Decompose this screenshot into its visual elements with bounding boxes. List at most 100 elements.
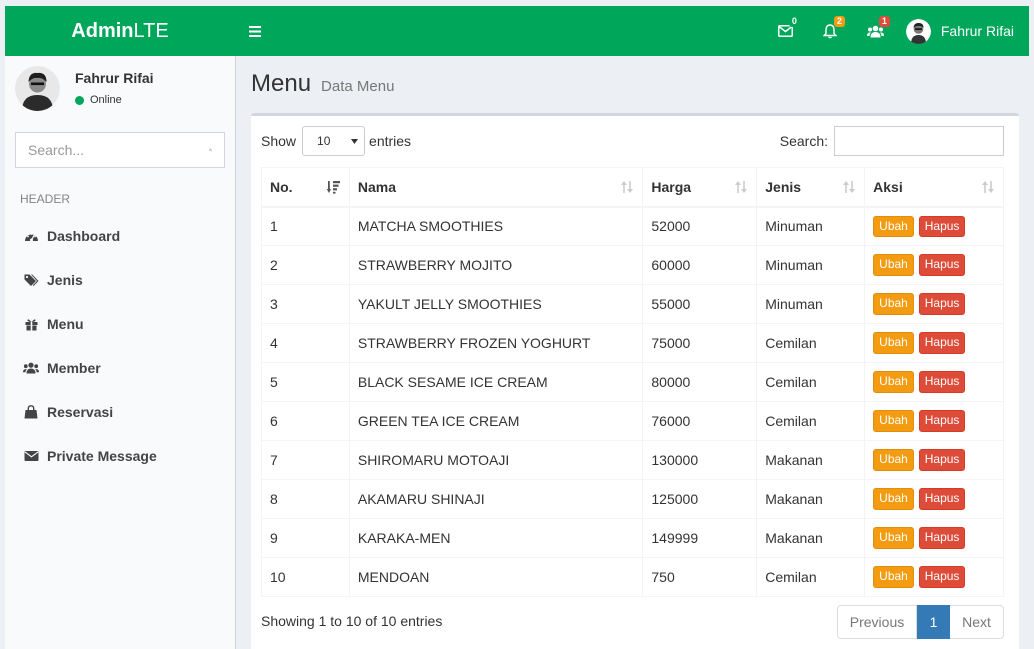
- cell-aksi: Ubah Hapus: [864, 401, 1004, 441]
- sidebar-item-label: Dashboard: [47, 228, 121, 244]
- users-icon: [23, 360, 39, 376]
- table-row: 4 STRAWBERRY FROZEN YOGHURT 75000 Cemila…: [261, 323, 1004, 363]
- sidebar-item-menu[interactable]: Menu: [5, 302, 235, 346]
- delete-button[interactable]: Hapus: [918, 488, 966, 510]
- sidebar-item-label: Menu: [47, 316, 84, 332]
- logo-bold: Admin: [71, 19, 134, 42]
- cell-aksi: Ubah Hapus: [864, 284, 1004, 324]
- cell-harga: 130000: [642, 440, 758, 480]
- sidebar-item-member[interactable]: Member: [5, 346, 235, 390]
- table-search-input[interactable]: [834, 126, 1004, 156]
- edit-button[interactable]: Ubah: [873, 215, 914, 237]
- sort-both-icon: [735, 181, 748, 193]
- cell-jenis: Cemilan: [756, 401, 866, 441]
- table-header-row: No. Nama Harga Jenis Aksi: [261, 167, 1004, 208]
- delete-button[interactable]: Hapus: [918, 215, 966, 237]
- cell-aksi: Ubah Hapus: [864, 479, 1004, 519]
- cell-nama: KARAKA-MEN: [348, 518, 644, 558]
- cell-jenis: Cemilan: [756, 323, 866, 363]
- edit-button[interactable]: Ubah: [873, 410, 914, 432]
- sort-both-icon: [843, 181, 856, 193]
- delete-button[interactable]: Hapus: [918, 332, 966, 354]
- user-avatar-small: [905, 18, 931, 44]
- user-status[interactable]: Online: [75, 94, 154, 106]
- edit-button[interactable]: Ubah: [873, 449, 914, 471]
- cell-harga: 60000: [642, 245, 758, 285]
- cell-nama: YAKULT JELLY SMOOTHIES: [348, 284, 644, 324]
- entries-label: entries: [369, 133, 412, 149]
- sidebar-item-private-message[interactable]: Private Message: [5, 434, 235, 478]
- sidebar-item-label: Private Message: [47, 448, 157, 464]
- delete-button[interactable]: Hapus: [918, 527, 966, 549]
- app-logo[interactable]: Admin LTE: [5, 6, 235, 56]
- cell-harga: 80000: [642, 362, 758, 402]
- search-icon[interactable]: [209, 143, 212, 157]
- cell-jenis: Minuman: [756, 284, 866, 324]
- cell-jenis: Cemilan: [756, 362, 866, 402]
- delete-button[interactable]: Hapus: [918, 449, 966, 471]
- next-page-button[interactable]: Next: [950, 605, 1004, 639]
- user-avatar: [15, 65, 60, 111]
- edit-button[interactable]: Ubah: [873, 332, 914, 354]
- edit-button[interactable]: Ubah: [873, 566, 914, 588]
- cell-aksi: Ubah Hapus: [864, 557, 1004, 597]
- status-label: Online: [90, 94, 122, 106]
- notifications-menu-button[interactable]: 2: [808, 6, 853, 56]
- messages-menu-button[interactable]: 0: [763, 6, 808, 56]
- column-header-jenis[interactable]: Jenis: [756, 167, 866, 208]
- sidebar-search-input[interactable]: [28, 142, 209, 158]
- entries-select[interactable]: 10: [302, 126, 366, 156]
- edit-button[interactable]: Ubah: [873, 293, 914, 315]
- cell-no: 2: [261, 245, 350, 285]
- column-header-aksi[interactable]: Aksi: [864, 167, 1004, 208]
- user-menu-button[interactable]: Fahrur Rifai: [905, 18, 1014, 44]
- hamburger-icon: [249, 25, 261, 37]
- column-header-no[interactable]: No.: [261, 167, 350, 208]
- edit-button[interactable]: Ubah: [873, 488, 914, 510]
- delete-button[interactable]: Hapus: [918, 254, 966, 276]
- edit-button[interactable]: Ubah: [873, 254, 914, 276]
- cell-nama: AKAMARU SHINAJI: [348, 479, 644, 519]
- cell-harga: 75000: [642, 323, 758, 363]
- edit-button[interactable]: Ubah: [873, 527, 914, 549]
- sidebar-item-dashboard[interactable]: Dashboard: [5, 214, 235, 258]
- navbar-user-name: Fahrur Rifai: [940, 23, 1014, 39]
- cell-aksi: Ubah Hapus: [864, 518, 1004, 558]
- edit-button[interactable]: Ubah: [873, 371, 914, 393]
- cell-no: 9: [261, 518, 350, 558]
- main-header: Admin LTE 0 2 1 Fahrur Rifai: [5, 6, 1029, 56]
- column-header-nama[interactable]: Nama: [348, 167, 644, 208]
- caret-down-icon: [351, 138, 359, 144]
- sidebar-item-reservasi[interactable]: Reservasi: [5, 390, 235, 434]
- pagination: Previous 1 Next: [837, 605, 1004, 639]
- content-wrapper: Menu Data Menu Show 10 entries Search: N…: [236, 56, 1034, 649]
- user-panel: Fahrur Rifai Online: [5, 56, 235, 120]
- page-1-button[interactable]: 1: [917, 605, 950, 639]
- tags-icon: [23, 272, 39, 288]
- column-header-harga[interactable]: Harga: [642, 167, 758, 208]
- sidebar-item-jenis[interactable]: Jenis: [5, 258, 235, 302]
- envelope-icon: [23, 448, 39, 464]
- sidebar-toggle-button[interactable]: [235, 6, 275, 56]
- data-box: Show 10 entries Search: No. Nama Harga J…: [251, 113, 1019, 649]
- previous-page-button[interactable]: Previous: [837, 605, 917, 639]
- users-menu-button[interactable]: 1: [853, 6, 898, 56]
- column-header-label: Harga: [651, 178, 692, 195]
- entries-select-value: 10: [317, 134, 331, 148]
- messages-count-badge: 0: [788, 16, 800, 27]
- delete-button[interactable]: Hapus: [918, 371, 966, 393]
- table-row: 3 YAKULT JELLY SMOOTHIES 55000 Minuman U…: [261, 284, 1004, 324]
- cell-nama: MATCHA SMOOTHIES: [348, 206, 644, 246]
- sidebar-search-form: [15, 132, 225, 168]
- delete-button[interactable]: Hapus: [918, 566, 966, 588]
- cell-no: 5: [261, 362, 350, 402]
- table-row: 2 STRAWBERRY MOJITO 60000 Minuman Ubah H…: [261, 245, 1004, 285]
- cell-no: 8: [261, 479, 350, 519]
- sidebar-item-label: Member: [47, 360, 101, 376]
- table-row: 10 MENDOAN 750 Cemilan Ubah Hapus: [261, 557, 1004, 597]
- gift-icon: [23, 316, 39, 332]
- sort-both-icon: [621, 181, 634, 193]
- delete-button[interactable]: Hapus: [918, 293, 966, 315]
- cell-jenis: Minuman: [756, 206, 866, 246]
- delete-button[interactable]: Hapus: [918, 410, 966, 432]
